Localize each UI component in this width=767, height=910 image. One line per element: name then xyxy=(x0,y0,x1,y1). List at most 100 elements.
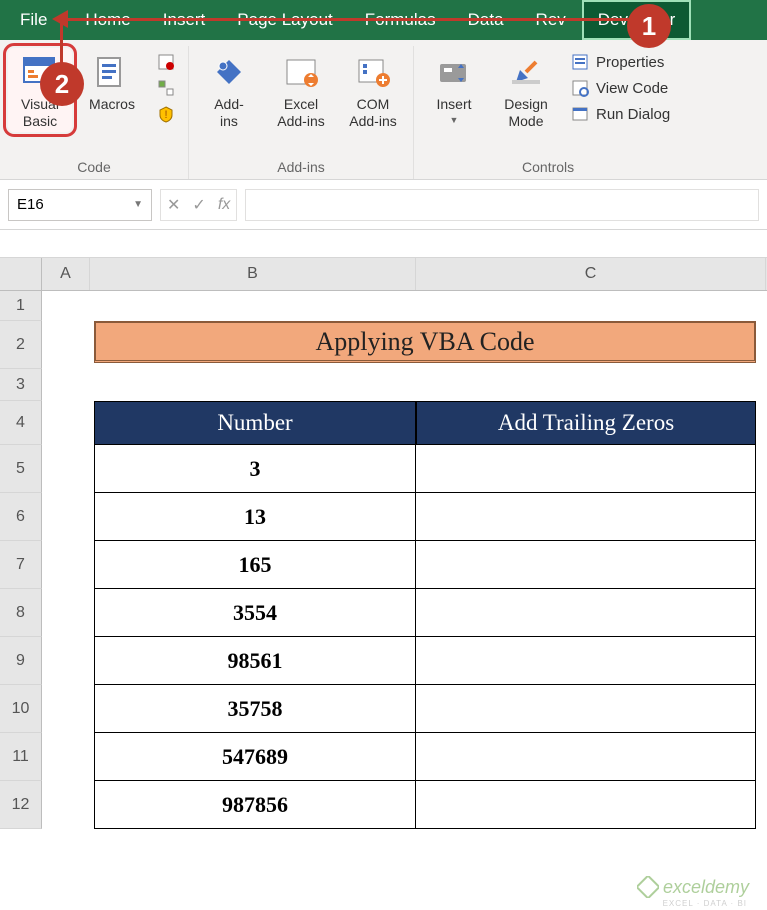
cell-a10[interactable] xyxy=(42,685,90,733)
watermark-sub: EXCEL · DATA · BI xyxy=(663,899,747,908)
cell-a12[interactable] xyxy=(42,781,90,829)
row-6: 6 13 xyxy=(0,493,767,541)
name-box-dropdown-icon[interactable]: ▼ xyxy=(133,199,143,210)
fx-icon[interactable]: fx xyxy=(218,196,230,214)
name-box[interactable]: E16 ▼ xyxy=(8,189,152,221)
annotation-arrow-head xyxy=(52,10,68,28)
view-code-label: View Code xyxy=(596,80,668,97)
row-header-11[interactable]: 11 xyxy=(0,733,42,781)
select-all-corner[interactable] xyxy=(0,258,42,290)
cell-a11[interactable] xyxy=(42,733,90,781)
col-header-a[interactable]: A xyxy=(42,258,90,290)
callout-1: 1 xyxy=(627,4,671,48)
row-header-1[interactable]: 1 xyxy=(0,291,42,321)
run-dialog-icon xyxy=(570,104,590,124)
cell-a1[interactable] xyxy=(42,291,90,321)
row-header-5[interactable]: 5 xyxy=(0,445,42,493)
cell-c5[interactable] xyxy=(416,445,756,493)
cell-a5[interactable] xyxy=(42,445,90,493)
col-header-c[interactable]: C xyxy=(416,258,766,290)
column-headers: A B C xyxy=(0,258,767,291)
macros-icon xyxy=(90,50,134,94)
callout-2: 2 xyxy=(40,62,84,106)
row-header-4[interactable]: 4 xyxy=(0,401,42,445)
group-addins-label: Add-ins xyxy=(277,157,324,179)
cell-b7[interactable]: 165 xyxy=(94,541,416,589)
title-cell[interactable]: Applying VBA Code xyxy=(94,321,756,363)
cell-c9[interactable] xyxy=(416,637,756,685)
design-mode-icon xyxy=(504,50,548,94)
excel-addins-button[interactable]: Excel Add-ins xyxy=(269,48,333,132)
cell-a6[interactable] xyxy=(42,493,90,541)
row-5: 5 3 xyxy=(0,445,767,493)
formula-bar: E16 ▼ ✕ ✓ fx xyxy=(0,180,767,230)
cell-c10[interactable] xyxy=(416,685,756,733)
enter-formula-icon[interactable]: ✓ xyxy=(192,195,205,215)
view-code-button[interactable]: View Code xyxy=(566,76,674,100)
cell-c7[interactable] xyxy=(416,541,756,589)
design-mode-label: Design Mode xyxy=(504,96,548,130)
use-relative-button[interactable] xyxy=(152,76,180,100)
addins-button[interactable]: Add- ins xyxy=(197,48,261,132)
cell-c12[interactable] xyxy=(416,781,756,829)
row-header-3[interactable]: 3 xyxy=(0,369,42,401)
cell-c3[interactable] xyxy=(416,369,766,401)
com-addins-label: COM Add-ins xyxy=(349,96,396,130)
row-4: 4 Number Add Trailing Zeros xyxy=(0,401,767,445)
run-dialog-button[interactable]: Run Dialog xyxy=(566,102,674,126)
cell-b1[interactable] xyxy=(90,291,416,321)
row-header-9[interactable]: 9 xyxy=(0,637,42,685)
cell-b12[interactable]: 987856 xyxy=(94,781,416,829)
row-header-7[interactable]: 7 xyxy=(0,541,42,589)
row-1: 1 xyxy=(0,291,767,321)
design-mode-button[interactable]: Design Mode xyxy=(494,48,558,132)
properties-label: Properties xyxy=(596,54,664,71)
table-header-trailing[interactable]: Add Trailing Zeros xyxy=(416,401,756,445)
row-header-2[interactable]: 2 xyxy=(0,321,42,369)
cell-c8[interactable] xyxy=(416,589,756,637)
row-header-8[interactable]: 8 xyxy=(0,589,42,637)
cell-a4[interactable] xyxy=(42,401,90,445)
cell-b6[interactable]: 13 xyxy=(94,493,416,541)
relative-refs-icon xyxy=(156,78,176,98)
macro-security-button[interactable]: ! xyxy=(152,102,180,126)
cell-a3[interactable] xyxy=(42,369,90,401)
row-header-6[interactable]: 6 xyxy=(0,493,42,541)
cell-b5[interactable]: 3 xyxy=(94,445,416,493)
view-code-icon xyxy=(570,78,590,98)
table-header-number[interactable]: Number xyxy=(94,401,416,445)
watermark: exceldemy xyxy=(637,876,749,898)
properties-button[interactable]: Properties xyxy=(566,50,674,74)
cell-a9[interactable] xyxy=(42,637,90,685)
cell-c11[interactable] xyxy=(416,733,756,781)
row-header-12[interactable]: 12 xyxy=(0,781,42,829)
record-macro-button[interactable] xyxy=(152,50,180,74)
cell-b9[interactable]: 98561 xyxy=(94,637,416,685)
row-header-10[interactable]: 10 xyxy=(0,685,42,733)
addins-label: Add- ins xyxy=(214,96,244,130)
row-12: 12 987856 xyxy=(0,781,767,829)
spreadsheet: A B C 1 2 Applying VBA Code 3 4 Number A… xyxy=(0,258,767,829)
cell-b8[interactable]: 3554 xyxy=(94,589,416,637)
ribbon: Visual Basic Macros ! Code Add- ins xyxy=(0,40,767,180)
record-macro-icon xyxy=(156,52,176,72)
col-header-b[interactable]: B xyxy=(90,258,416,290)
cell-a2[interactable] xyxy=(42,321,90,369)
insert-control-button[interactable]: Insert ▼ xyxy=(422,48,486,127)
cell-b10[interactable]: 35758 xyxy=(94,685,416,733)
cell-c1[interactable] xyxy=(416,291,766,321)
formula-input[interactable] xyxy=(245,189,759,221)
cell-a8[interactable] xyxy=(42,589,90,637)
cell-c6[interactable] xyxy=(416,493,756,541)
com-addins-button[interactable]: COM Add-ins xyxy=(341,48,405,132)
cancel-formula-icon[interactable]: ✕ xyxy=(167,195,180,215)
macros-button[interactable]: Macros xyxy=(80,48,144,115)
row-8: 8 3554 xyxy=(0,589,767,637)
cell-a7[interactable] xyxy=(42,541,90,589)
row-3: 3 xyxy=(0,369,767,401)
cell-b11[interactable]: 547689 xyxy=(94,733,416,781)
group-controls-label: Controls xyxy=(522,157,574,179)
insert-control-label: Insert xyxy=(436,96,471,113)
cell-b3[interactable] xyxy=(90,369,416,401)
controls-small-buttons: Properties View Code Run Dialog xyxy=(566,48,674,126)
